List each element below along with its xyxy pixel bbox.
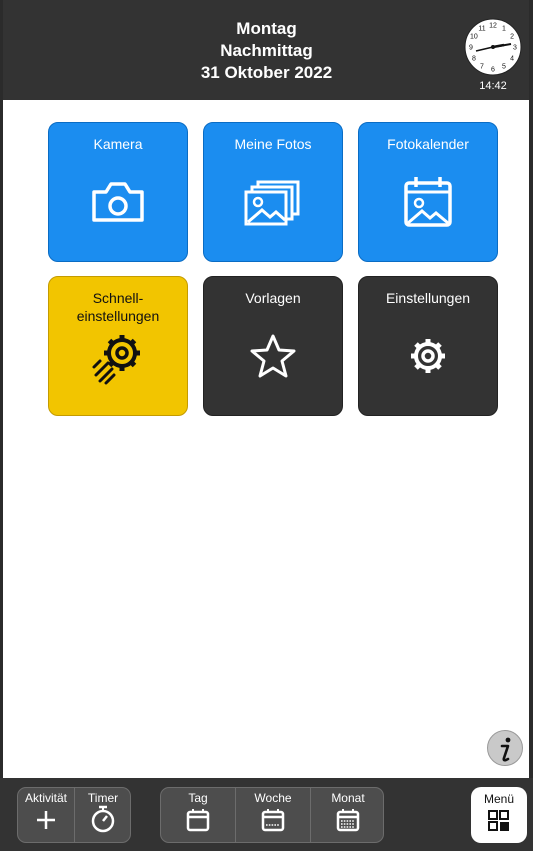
week-label: Woche bbox=[254, 791, 292, 805]
clock-numeral: 3 bbox=[513, 45, 517, 52]
date-display: Montag Nachmittag 31 Oktober 2022 bbox=[0, 18, 533, 84]
tile-kamera[interactable]: Kamera bbox=[48, 122, 188, 262]
photo-calendar-icon bbox=[404, 177, 452, 227]
clock-numeral: 7 bbox=[480, 64, 484, 71]
calendar-view-group: Tag Woche Monat bbox=[160, 787, 384, 843]
plus-icon bbox=[37, 811, 55, 829]
menu-label: Menü bbox=[483, 792, 515, 806]
frame-border-left bbox=[0, 0, 3, 851]
header-bar: Montag Nachmittag 31 Oktober 2022 12 1 2 3 4… bbox=[0, 0, 533, 100]
clock-numeral: 6 bbox=[491, 67, 495, 74]
tile-label: Einstellungen bbox=[385, 290, 471, 306]
digital-time: 14:42 bbox=[479, 80, 507, 92]
clock-numeral: 2 bbox=[510, 34, 514, 41]
add-activity-button[interactable]: Aktivität bbox=[18, 788, 74, 842]
tile-meine-fotos[interactable]: Meine Fotos bbox=[203, 122, 343, 262]
tile-label: Meine Fotos bbox=[234, 136, 312, 152]
clock-numeral: 9 bbox=[469, 45, 473, 52]
weekday-label: Montag bbox=[236, 19, 297, 38]
tile-fotokalender[interactable]: Fotokalender bbox=[358, 122, 498, 262]
clock-numeral: 1 bbox=[502, 25, 506, 32]
clock-numeral: 4 bbox=[510, 56, 514, 63]
tile-vorlagen[interactable]: Vorlagen bbox=[203, 276, 343, 416]
analog-clock-icon: 12 12 3 45678 9 1011 bbox=[464, 18, 522, 76]
daypart-label: Nachmittag bbox=[220, 41, 313, 60]
tile-einstellungen[interactable]: Einstellungen bbox=[358, 276, 498, 416]
info-icon bbox=[500, 737, 511, 762]
day-view-button[interactable]: Tag bbox=[161, 788, 235, 842]
activity-label: Aktivität bbox=[24, 791, 67, 805]
clock-numeral: 5 bbox=[502, 64, 506, 71]
grid-menu-icon bbox=[488, 810, 509, 831]
tile-label: Schnell- einstellungen bbox=[76, 290, 160, 324]
calendar-day-icon bbox=[186, 809, 210, 832]
timer-label: Timer bbox=[87, 791, 119, 805]
week-view-button[interactable]: Woche bbox=[236, 788, 310, 842]
star-icon bbox=[250, 334, 296, 378]
frame-border-right bbox=[529, 0, 533, 851]
clock-numeral: 8 bbox=[472, 56, 476, 63]
calendar-week-icon bbox=[261, 809, 285, 832]
tile-label: Vorlagen bbox=[245, 290, 301, 306]
timer-button[interactable]: Timer bbox=[75, 788, 131, 842]
tile-schnelleinstellungen[interactable]: Schnell- einstellungen bbox=[48, 276, 188, 416]
date-label: 31 Oktober 2022 bbox=[200, 63, 333, 82]
clock-numeral: 12 bbox=[489, 23, 497, 30]
clock-numeral: 11 bbox=[478, 25, 485, 32]
activity-timer-group: Aktivität Timer bbox=[17, 787, 131, 843]
menu-button[interactable]: Menü bbox=[471, 787, 527, 843]
day-label: Tag bbox=[188, 791, 208, 805]
clock-numeral: 10 bbox=[470, 34, 478, 41]
info-button[interactable] bbox=[487, 730, 523, 766]
camera-icon bbox=[92, 182, 144, 222]
gear-icon bbox=[411, 339, 445, 373]
tile-label: Fotokalender bbox=[387, 136, 469, 152]
stopwatch-icon bbox=[91, 805, 115, 833]
tile-label: Kamera bbox=[93, 136, 143, 152]
bottom-toolbar: Aktivität Timer Tag Woche Monat Menü bbox=[0, 778, 533, 851]
photos-icon bbox=[244, 180, 300, 226]
month-view-button[interactable]: Monat bbox=[311, 788, 385, 842]
fast-gear-icon bbox=[92, 335, 140, 385]
month-label: Monat bbox=[331, 791, 365, 805]
calendar-month-icon bbox=[336, 809, 360, 832]
